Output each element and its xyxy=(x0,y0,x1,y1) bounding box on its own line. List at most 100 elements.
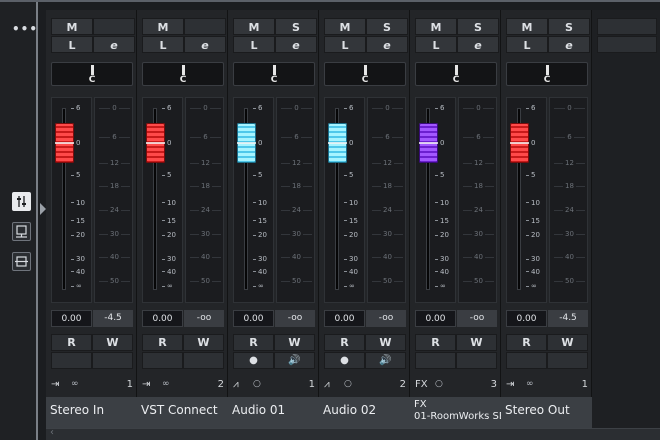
read-automation-button[interactable]: R xyxy=(51,334,92,351)
mute-button[interactable]: M xyxy=(324,18,366,35)
record-enable-button[interactable] xyxy=(415,352,456,369)
volume-value-field[interactable]: 0.00 xyxy=(51,310,92,327)
read-automation-button[interactable]: R xyxy=(415,334,456,351)
edit-channel-button[interactable]: e xyxy=(275,36,317,53)
record-enable-button[interactable]: ● xyxy=(233,352,274,369)
pan-control[interactable]: C xyxy=(415,62,497,86)
write-automation-button[interactable]: W xyxy=(183,334,224,351)
mute-button[interactable]: M xyxy=(233,18,275,35)
edit-channel-button[interactable]: e xyxy=(457,36,499,53)
monitor-button[interactable] xyxy=(456,352,497,369)
channel-number: 2 xyxy=(217,379,224,390)
link-icon[interactable]: ∞ xyxy=(71,379,79,389)
volume-fader-knob[interactable] xyxy=(328,122,347,163)
listen-button[interactable]: L xyxy=(506,36,548,53)
monitor-button[interactable]: 🔊 xyxy=(274,352,315,369)
volume-value-field[interactable]: 0.00 xyxy=(415,310,456,327)
mute-button[interactable]: M xyxy=(415,18,457,35)
edit-channel-button[interactable]: e xyxy=(93,36,135,53)
mute-button[interactable]: M xyxy=(506,18,548,35)
pan-control[interactable]: C xyxy=(233,62,315,86)
mute-button[interactable]: M xyxy=(142,18,184,35)
write-automation-button[interactable]: W xyxy=(456,334,497,351)
volume-value-field[interactable]: 0.00 xyxy=(233,310,274,327)
scroll-left-icon[interactable]: ‹ xyxy=(50,427,54,438)
volume-fader-knob[interactable] xyxy=(237,122,256,163)
solo-button[interactable]: S xyxy=(275,18,317,35)
volume-fader-knob[interactable] xyxy=(146,122,165,163)
link-icon[interactable]: ∞ xyxy=(526,379,534,389)
monitor-button[interactable] xyxy=(547,352,588,369)
listen-button[interactable]: L xyxy=(324,36,366,53)
link-icon[interactable]: ○ xyxy=(253,379,261,389)
write-automation-button[interactable]: W xyxy=(547,334,588,351)
channel-number: 1 xyxy=(581,379,588,390)
read-automation-button[interactable]: R xyxy=(324,334,365,351)
channel-name[interactable]: VST Connect xyxy=(137,397,228,429)
record-enable-button[interactable] xyxy=(51,352,92,369)
pan-control[interactable]: C xyxy=(51,62,133,86)
volume-fader-knob[interactable] xyxy=(510,122,529,163)
monitor-button[interactable] xyxy=(183,352,224,369)
record-enable-button[interactable] xyxy=(142,352,183,369)
link-icon[interactable]: ∞ xyxy=(162,379,170,389)
horizontal-scrollbar[interactable]: ‹ xyxy=(46,427,660,440)
pan-control[interactable]: C xyxy=(324,62,406,86)
more-options-icon[interactable]: ••• xyxy=(12,22,38,36)
solo-button[interactable] xyxy=(184,18,226,35)
volume-value-field[interactable]: 0.00 xyxy=(142,310,183,327)
channel-strip: M Le C 6 0 5 10 15 20 30 40 ∞ 0 6 12 18 24 30 40 50 0.00 -4.5… xyxy=(46,10,137,440)
channel-name[interactable]: FX 01-RoomWorks SE xyxy=(410,397,501,429)
peak-value-field[interactable]: -4.5 xyxy=(93,310,133,327)
fader-scale-tick: 40 xyxy=(162,268,176,276)
peak-value-field[interactable]: -oo xyxy=(275,310,315,327)
meter-scale-tick: 50 xyxy=(554,276,585,285)
fader-scale-tick: 30 xyxy=(526,255,540,263)
peak-value-field[interactable]: -4.5 xyxy=(548,310,588,327)
read-automation-button[interactable]: R xyxy=(142,334,183,351)
write-automation-button[interactable]: W xyxy=(274,334,315,351)
edit-channel-button[interactable]: e xyxy=(366,36,408,53)
edit-channel-button[interactable]: e xyxy=(184,36,226,53)
monitor-button[interactable] xyxy=(92,352,133,369)
meter-scale-tick: 6 xyxy=(99,133,130,142)
write-automation-button[interactable]: W xyxy=(92,334,133,351)
solo-button[interactable]: S xyxy=(548,18,590,35)
channel-name[interactable]: Audio 01 xyxy=(228,397,319,429)
volume-fader-knob[interactable] xyxy=(55,122,74,163)
volume-value-field[interactable]: 0.00 xyxy=(506,310,547,327)
record-enable-button[interactable]: ● xyxy=(324,352,365,369)
channel-type-icon: FX xyxy=(415,379,428,390)
routing-icon[interactable] xyxy=(12,252,31,271)
record-enable-button[interactable] xyxy=(506,352,547,369)
pan-control[interactable]: C xyxy=(142,62,224,86)
link-icon[interactable]: ○ xyxy=(435,379,443,389)
listen-button[interactable]: L xyxy=(233,36,275,53)
channel-name[interactable]: Stereo Out xyxy=(501,397,592,429)
monitor-icon[interactable] xyxy=(12,222,31,241)
volume-value-field[interactable]: 0.00 xyxy=(324,310,365,327)
edit-channel-button[interactable]: e xyxy=(548,36,590,53)
fader-view-icon[interactable] xyxy=(12,192,31,211)
listen-button[interactable]: L xyxy=(415,36,457,53)
mute-button[interactable]: M xyxy=(51,18,93,35)
monitor-button[interactable]: 🔊 xyxy=(365,352,406,369)
solo-button[interactable] xyxy=(93,18,135,35)
read-automation-button[interactable]: R xyxy=(506,334,547,351)
listen-button[interactable]: L xyxy=(142,36,184,53)
write-automation-button[interactable]: W xyxy=(365,334,406,351)
peak-value-field[interactable]: -oo xyxy=(366,310,406,327)
pan-control[interactable]: C xyxy=(506,62,588,86)
solo-button[interactable]: S xyxy=(457,18,499,35)
channel-name[interactable]: Stereo In xyxy=(46,397,137,429)
peak-value-field[interactable]: -oo xyxy=(184,310,224,327)
peak-value-field[interactable]: -oo xyxy=(457,310,497,327)
fader-scale-tick: 6 xyxy=(71,104,80,112)
listen-button[interactable]: L xyxy=(51,36,93,53)
read-automation-button[interactable]: R xyxy=(233,334,274,351)
link-icon[interactable]: ○ xyxy=(344,379,352,389)
channel-name[interactable]: Audio 02 xyxy=(319,397,410,429)
solo-button[interactable]: S xyxy=(366,18,408,35)
volume-fader-knob[interactable] xyxy=(419,122,438,163)
meter-scale-tick: 0 xyxy=(463,104,494,112)
